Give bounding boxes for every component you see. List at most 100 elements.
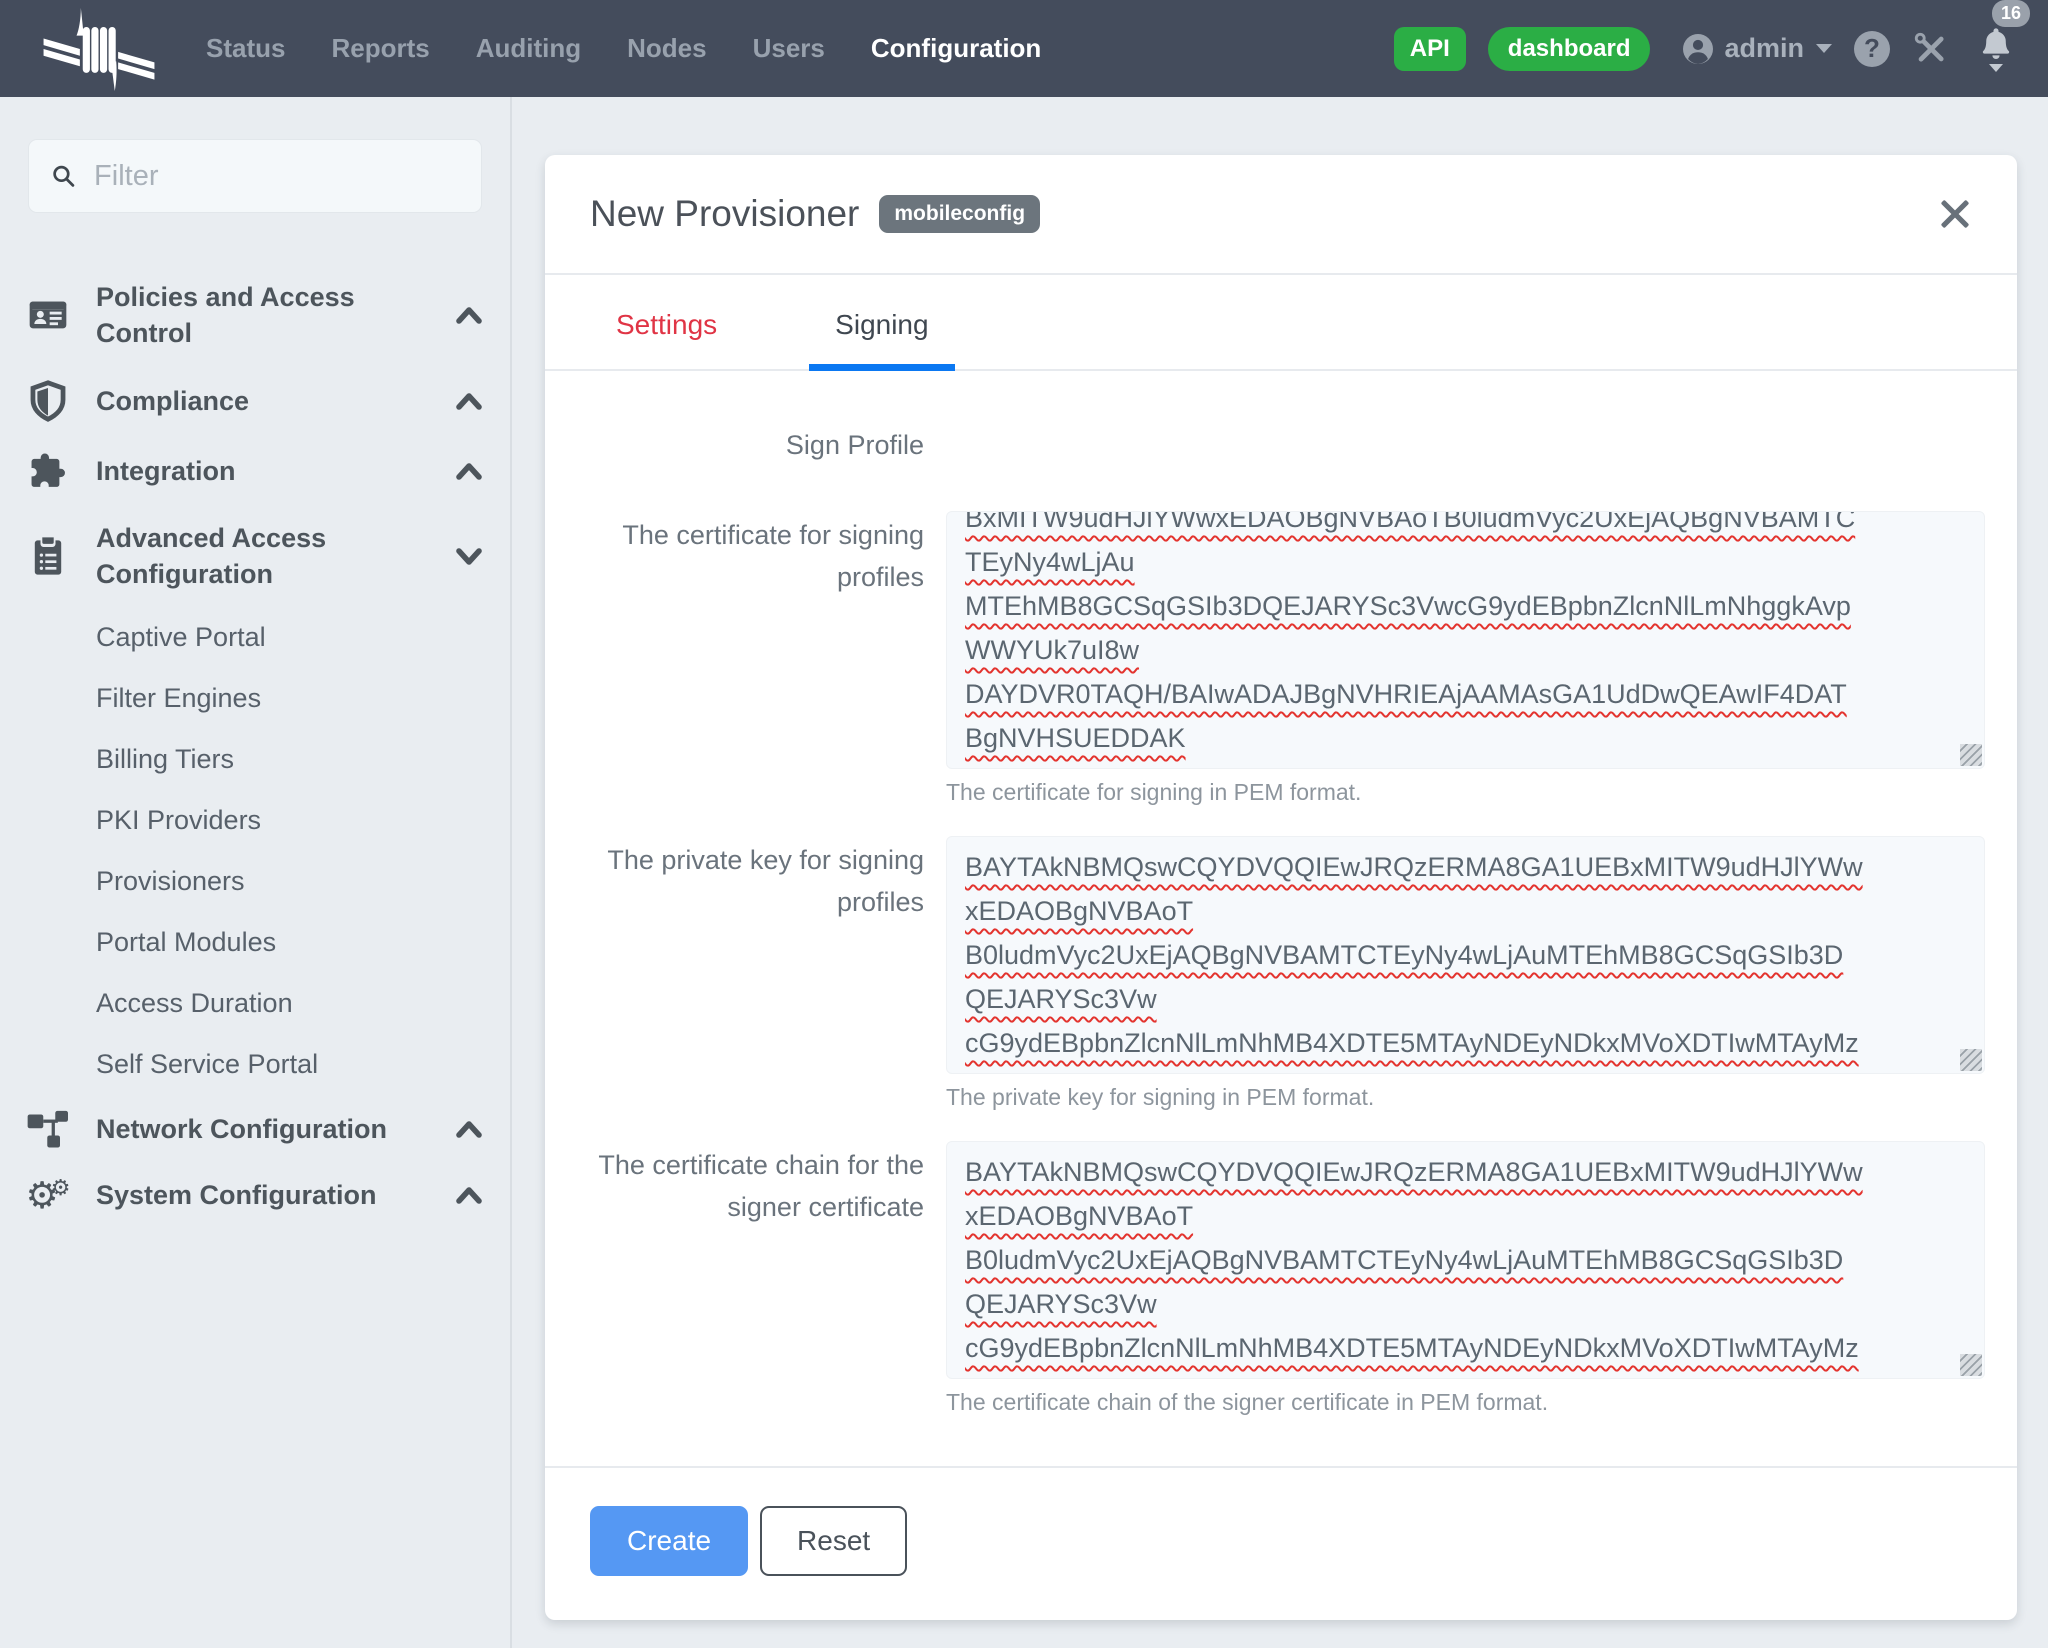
sidebar-item-access-duration[interactable]: Access Duration <box>0 973 510 1034</box>
textarea-line: QEJARYSc3Vw <box>965 1282 1157 1326</box>
reset-button[interactable]: Reset <box>760 1506 907 1576</box>
new-provisioner-card: New Provisioner mobileconfig Settings Si… <box>545 155 2017 1620</box>
nav-nodes[interactable]: Nodes <box>627 33 706 64</box>
top-navbar: Status Reports Auditing Nodes Users Conf… <box>0 0 2048 97</box>
sidebar-item-network-configuration[interactable]: Network Configuration <box>0 1095 510 1163</box>
provisioner-type-badge: mobileconfig <box>879 195 1040 233</box>
resize-handle[interactable] <box>1960 1049 1982 1071</box>
private-key-textarea[interactable]: BAYTAkNBMQswCQYDVQQIEwJRQzERMA8GA1UEBxMI… <box>946 836 1985 1074</box>
textarea-line: B0ludmVyc2UxEjAQBgNVBAMTCTEyNy4wLjAuMTEh… <box>965 933 1843 977</box>
notifications-bell[interactable]: 16 <box>1978 26 2014 72</box>
sidebar-item-label: Network Configuration <box>96 1111 426 1147</box>
page-title: New Provisioner <box>590 193 859 235</box>
textarea-line: BAYTAkNBMQswCQYDVQQIEwJRQzERMA8GA1UEBxMI… <box>965 845 1863 889</box>
textarea-line: B0ludmVyc2UxEjAQBgNVBAMTCTEyNy4wLjAuMTEh… <box>965 1238 1843 1282</box>
sidebar-filter <box>28 139 482 213</box>
main-content: New Provisioner mobileconfig Settings Si… <box>512 97 2048 1648</box>
clipboard-list-icon <box>0 534 96 578</box>
private-key-help-text: The private key for signing in PEM forma… <box>946 1084 1985 1111</box>
bell-caret-icon <box>1989 64 2003 72</box>
resize-handle[interactable] <box>1960 744 1982 766</box>
certificate-field-row: The certificate for signing profiles BxM… <box>590 511 1985 806</box>
packetfence-logo[interactable] <box>34 6 164 92</box>
user-caret-icon <box>1816 44 1832 53</box>
card-tabs: Settings Signing <box>545 275 2017 371</box>
sidebar-item-billing-tiers[interactable]: Billing Tiers <box>0 729 510 790</box>
chevron-up-icon <box>454 1185 484 1205</box>
nav-status[interactable]: Status <box>206 33 285 64</box>
chevron-up-icon <box>454 391 484 411</box>
textarea-line: BAYTAkNBMQswCQYDVQQIEwJRQzERMA8GA1UEBxMI… <box>965 1150 1863 1194</box>
sidebar-item-filter-engines[interactable]: Filter Engines <box>0 668 510 729</box>
private-key-field-row: The private key for signing profiles BAY… <box>590 836 1985 1111</box>
sidebar-item-label: Policies and Access Control <box>96 279 426 352</box>
filter-input[interactable] <box>94 160 459 193</box>
dashboard-badge[interactable]: dashboard <box>1488 27 1651 71</box>
notifications-count-badge: 16 <box>1992 0 2030 27</box>
textarea-line: QEJARYSc3Vw <box>965 977 1157 1021</box>
sidebar-item-self-service-portal[interactable]: Self Service Portal <box>0 1034 510 1095</box>
textarea-line: EyNDkxMVow <box>965 1370 1136 1379</box>
tab-signing[interactable]: Signing <box>809 275 954 369</box>
certificate-textarea[interactable]: BxMITW9udHJlYWwxEDAOBgNVBAoTB0ludmVyc2Ux… <box>946 511 1985 769</box>
sidebar-item-label: Compliance <box>96 383 426 419</box>
main-nav: Status Reports Auditing Nodes Users Conf… <box>206 33 1041 64</box>
textarea-line: EyNDkxMVow <box>965 1065 1136 1074</box>
user-name: admin <box>1724 33 1804 64</box>
textarea-line: BgNVHSUEDDAK <box>965 716 1186 760</box>
chevron-up-icon <box>454 1119 484 1139</box>
chevron-down-icon <box>454 546 484 566</box>
config-sidebar: Policies and Access Control Compliance <box>0 97 512 1648</box>
textarea-line: MTEhMB8GCSqGSIb3DQEJARYSc3VwcG9ydEBpbnZl… <box>965 584 1851 628</box>
certificate-chain-help-text: The certificate chain of the signer cert… <box>946 1389 1985 1416</box>
card-header: New Provisioner mobileconfig <box>545 155 2017 275</box>
nav-configuration[interactable]: Configuration <box>871 33 1041 64</box>
sidebar-item-label: Advanced Access Configuration <box>96 520 426 593</box>
nav-reports[interactable]: Reports <box>331 33 429 64</box>
user-avatar-icon <box>1680 31 1716 67</box>
certificate-chain-field-row: The certificate chain for the signer cer… <box>590 1141 1985 1416</box>
textarea-line: DAYDVR0TAQH/BAIwADAJBgNVHRIEAjAAMAsGA1Ud… <box>965 672 1847 716</box>
sidebar-item-compliance[interactable]: Compliance <box>0 366 510 436</box>
close-icon[interactable] <box>1938 197 1972 231</box>
create-button[interactable]: Create <box>590 1506 748 1576</box>
private-key-field-label: The private key for signing profiles <box>590 836 946 1111</box>
sidebar-item-integration[interactable]: Integration <box>0 436 510 506</box>
chevron-up-icon <box>454 461 484 481</box>
textarea-line: cG9ydEBpbnZlcnNlLmNhMB4XDTE5MTAyNDEyNDkx… <box>965 1021 1859 1065</box>
api-badge[interactable]: API <box>1394 27 1466 71</box>
sidebar-item-system-configuration[interactable]: ⚙⚙ System Configuration <box>0 1163 510 1228</box>
help-icon[interactable]: ? <box>1854 31 1890 67</box>
certificate-help-text: The certificate for signing in PEM forma… <box>946 779 1985 806</box>
sign-profile-label: Sign Profile <box>590 421 946 467</box>
textarea-line: xEDAOBgNVBAoT <box>965 889 1193 933</box>
signing-form: Sign Profile The certificate for signing… <box>545 371 2017 1466</box>
textarea-line: cG9ydEBpbnZlcnNlLmNhMB4XDTE5MTAyNDEyNDkx… <box>965 1326 1859 1370</box>
search-icon <box>51 162 76 190</box>
sidebar-item-policies-access-control[interactable]: Policies and Access Control <box>0 265 510 366</box>
id-card-icon <box>0 295 96 335</box>
network-icon <box>0 1109 96 1149</box>
tools-icon[interactable] <box>1912 30 1950 68</box>
certificate-field-label: The certificate for signing profiles <box>590 511 946 806</box>
puzzle-icon <box>0 450 96 492</box>
nav-auditing[interactable]: Auditing <box>476 33 581 64</box>
chevron-up-icon <box>454 305 484 325</box>
sidebar-item-advanced-access-configuration[interactable]: Advanced Access Configuration <box>0 506 510 607</box>
sidebar-item-label: System Configuration <box>96 1177 426 1213</box>
advanced-access-submenu: Captive Portal Filter Engines Billing Ti… <box>0 607 510 1095</box>
user-menu[interactable]: admin <box>1680 31 1832 67</box>
textarea-line: xEDAOBgNVBAoT <box>965 1194 1193 1238</box>
bell-icon <box>1978 26 2014 62</box>
sidebar-item-provisioners[interactable]: Provisioners <box>0 851 510 912</box>
resize-handle[interactable] <box>1960 1354 1982 1376</box>
sidebar-item-portal-modules[interactable]: Portal Modules <box>0 912 510 973</box>
tab-settings[interactable]: Settings <box>590 275 743 369</box>
nav-users[interactable]: Users <box>753 33 825 64</box>
shield-icon <box>0 380 96 422</box>
sidebar-item-pki-providers[interactable]: PKI Providers <box>0 790 510 851</box>
certificate-chain-textarea[interactable]: BAYTAkNBMQswCQYDVQQIEwJRQzERMA8GA1UEBxMI… <box>946 1141 1985 1379</box>
sign-profile-row: Sign Profile <box>590 421 1985 467</box>
textarea-line: WWYUk7uI8w <box>965 628 1139 672</box>
sidebar-item-captive-portal[interactable]: Captive Portal <box>0 607 510 668</box>
